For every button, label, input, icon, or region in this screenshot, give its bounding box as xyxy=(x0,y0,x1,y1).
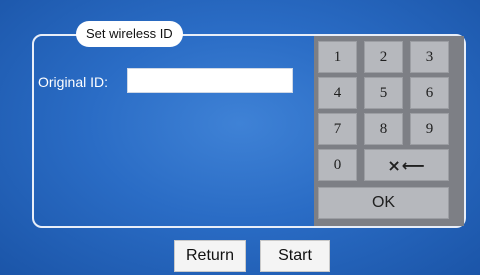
key-0[interactable]: 0 xyxy=(318,149,357,181)
key-2[interactable]: 2 xyxy=(364,41,403,73)
numeric-keypad: 1 2 3 4 5 6 7 8 9 0 ×⟵ OK xyxy=(314,36,464,226)
key-1[interactable]: 1 xyxy=(318,41,357,73)
start-button[interactable]: Start xyxy=(260,240,330,272)
original-id-label: Original ID: xyxy=(38,74,109,90)
key-3[interactable]: 3 xyxy=(410,41,449,73)
original-id-input[interactable] xyxy=(127,68,293,93)
key-4[interactable]: 4 xyxy=(318,77,357,109)
backspace-button[interactable]: ×⟵ xyxy=(364,149,449,181)
key-7[interactable]: 7 xyxy=(318,113,357,145)
ok-button[interactable]: OK xyxy=(318,187,449,219)
key-9[interactable]: 9 xyxy=(410,113,449,145)
return-button[interactable]: Return xyxy=(174,240,246,272)
panel-title: Set wireless ID xyxy=(76,21,183,47)
backspace-icon: ×⟵ xyxy=(387,155,426,175)
key-5[interactable]: 5 xyxy=(364,77,403,109)
key-6[interactable]: 6 xyxy=(410,77,449,109)
key-8[interactable]: 8 xyxy=(364,113,403,145)
